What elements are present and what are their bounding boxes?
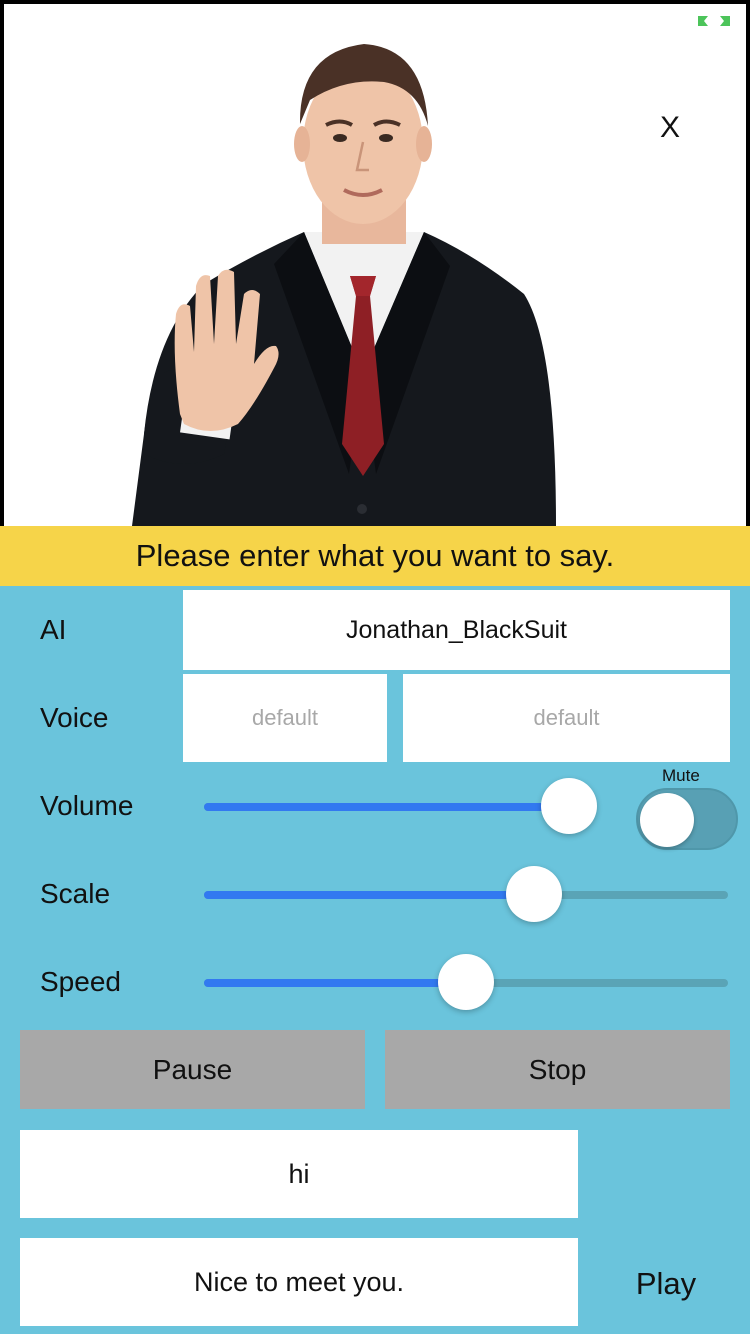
voice-label: Voice (40, 702, 109, 733)
mute-label: Mute (662, 766, 700, 785)
control-panel: AI Jonathan_BlackSuit Voice default defa… (0, 586, 750, 1334)
close-button[interactable]: X (652, 108, 688, 148)
voice-language-field[interactable]: default (183, 674, 387, 762)
speed-slider-thumb[interactable] (438, 954, 494, 1010)
volume-label: Volume (40, 790, 134, 821)
mute-toggle-knob (640, 793, 694, 847)
mute-toggle[interactable] (636, 788, 738, 850)
ai-select-field[interactable]: Jonathan_BlackSuit (183, 590, 730, 670)
speech-text-input-2[interactable]: Nice to meet you. (20, 1238, 578, 1326)
ai-label: AI (40, 614, 67, 645)
scale-slider-thumb[interactable] (506, 866, 563, 922)
presenter-avatar-image (132, 44, 556, 526)
scale-slider-fill (204, 891, 535, 899)
signal-indicator-icon (698, 16, 730, 26)
instruction-banner: Please enter what you want to say. (0, 526, 750, 586)
stop-button[interactable]: Stop (385, 1030, 730, 1109)
scale-label: Scale (40, 878, 111, 909)
play-button[interactable]: Play (606, 1262, 726, 1306)
volume-slider-fill (204, 803, 569, 811)
volume-slider-thumb[interactable] (540, 778, 597, 834)
volume-slider-track[interactable] (204, 803, 596, 811)
voice-type-field[interactable]: default (403, 674, 730, 762)
avatar-video-area: X (4, 4, 746, 526)
speed-slider-fill (204, 979, 466, 987)
speed-label: Speed (40, 966, 121, 997)
scale-slider-track[interactable] (204, 891, 728, 899)
speech-text-input-1[interactable]: hi (20, 1130, 578, 1218)
pause-button[interactable]: Pause (20, 1030, 365, 1109)
